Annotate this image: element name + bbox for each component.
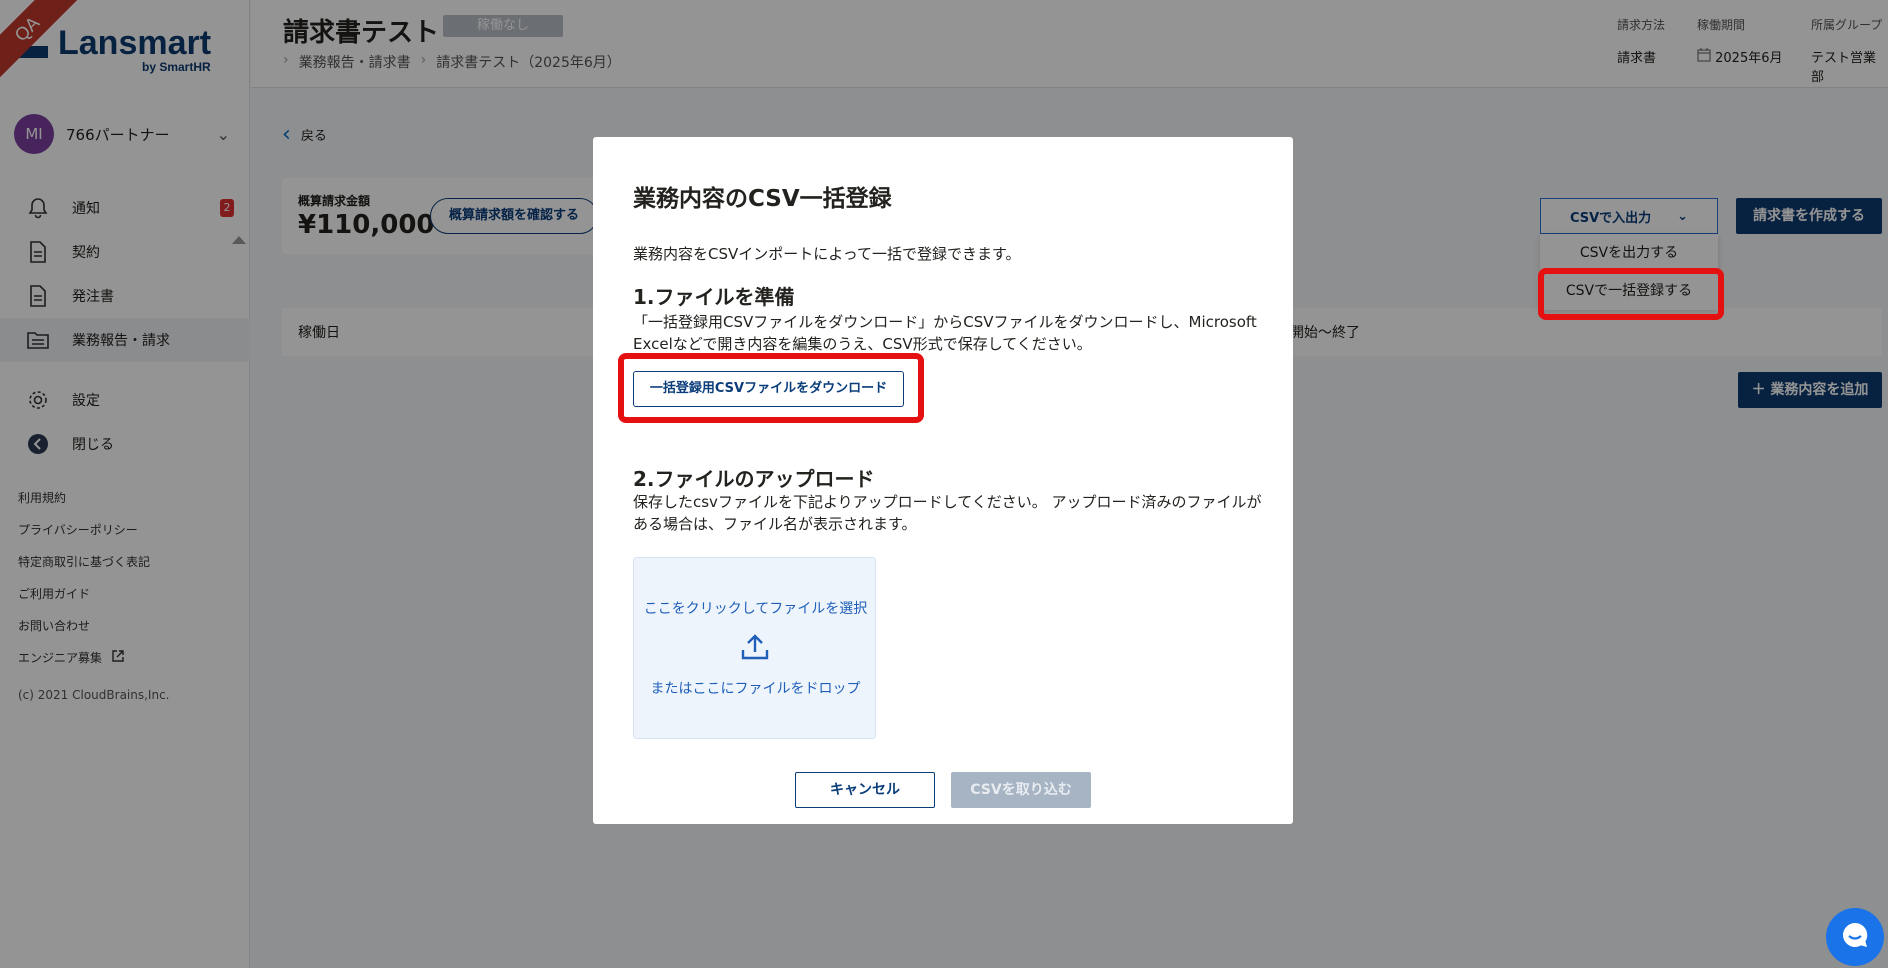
file-dropzone[interactable]: ここをクリックしてファイルを選択 またはここにファイルをドロップ: [633, 557, 876, 739]
step2-description: 保存したcsvファイルを下記よりアップロードしてください。 アップロード済みのフ…: [633, 493, 1262, 533]
step1-title: 1.ファイルを準備: [633, 285, 795, 309]
download-template-button[interactable]: 一括登録用CSVファイルをダウンロード: [633, 371, 904, 407]
chat-button[interactable]: [1826, 908, 1884, 966]
modal-title: 業務内容のCSV一括登録: [633, 186, 892, 212]
import-csv-button[interactable]: CSVを取り込む: [951, 772, 1091, 808]
dropzone-click-text: ここをクリックしてファイルを選択: [643, 601, 868, 617]
modal-intro: 業務内容をCSVインポートによって一括で登録できます。: [633, 245, 1021, 263]
csv-import-modal: 業務内容のCSV一括登録 業務内容をCSVインポートによって一括で登録できます。…: [593, 137, 1293, 824]
upload-icon: [740, 632, 770, 662]
cancel-button[interactable]: キャンセル: [795, 772, 935, 808]
highlight-annotation: [1538, 268, 1724, 320]
step2-title: 2.ファイルのアップロード: [633, 467, 875, 491]
step1-description: 「一括登録用CSVファイルをダウンロード」からCSVファイルをダウンロードし、M…: [633, 313, 1257, 353]
dropzone-drop-text: またはここにファイルをドロップ: [650, 681, 861, 697]
chat-icon: [1840, 920, 1870, 954]
